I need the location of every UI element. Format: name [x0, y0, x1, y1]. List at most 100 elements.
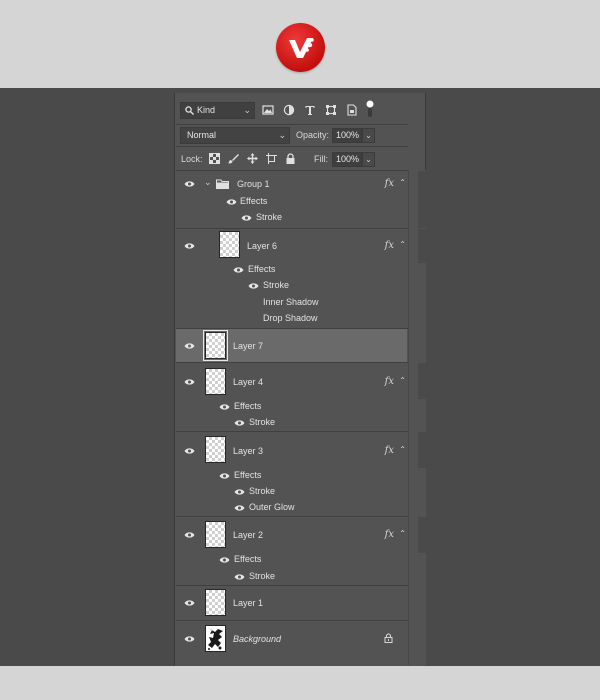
layer-thumbnail — [219, 231, 240, 258]
scroll-segment — [418, 229, 426, 263]
layer-row-layer4[interactable]: Layer 4 fx ⌃ Effects Stroke — [176, 363, 426, 431]
chevron-up-icon[interactable]: ⌃ — [399, 529, 406, 538]
visibility-eye-icon[interactable] — [241, 214, 252, 222]
layer-name[interactable]: Layer 6 — [247, 241, 277, 251]
blend-mode-label: Normal — [187, 130, 217, 140]
effects-label: Effects — [234, 554, 262, 564]
chevron-up-icon[interactable]: ⌃ — [399, 178, 406, 187]
blend-mode-select[interactable]: Normal ⌄ — [180, 127, 290, 144]
visibility-eye-icon[interactable] — [184, 531, 195, 539]
folder-icon — [216, 179, 229, 189]
chevron-up-icon[interactable]: ⌃ — [399, 445, 406, 454]
type-filter-icon[interactable] — [304, 104, 316, 116]
fx-badge[interactable]: fx — [385, 240, 394, 251]
layer-name[interactable]: Layer 7 — [233, 341, 263, 351]
visibility-eye-icon[interactable] — [226, 198, 237, 206]
shape-filter-icon[interactable] — [325, 104, 337, 116]
blend-opacity-bar: Normal ⌄ Opacity: 100% ⌄ — [176, 124, 408, 146]
effect-name: Drop Shadow — [263, 313, 318, 323]
effect-name: Inner Shadow — [263, 297, 319, 307]
lock-image-pixels-icon[interactable] — [228, 153, 239, 164]
effect-name: Stroke — [256, 212, 283, 222]
lock-label: Lock: — [181, 154, 203, 164]
lock-icon — [384, 633, 393, 643]
lock-fill-bar: Lock: Fill: 100% ⌄ — [176, 146, 408, 170]
layer-row-background[interactable]: Background — [176, 621, 408, 656]
visibility-eye-icon[interactable] — [233, 266, 244, 274]
fx-badge[interactable]: fx — [385, 445, 394, 456]
effects-label: Effects — [234, 470, 262, 480]
bottom-banner — [0, 666, 600, 700]
opacity-label: Opacity: — [296, 130, 330, 140]
effect-name: Stroke — [249, 486, 276, 496]
background-thumbnail — [205, 625, 226, 652]
visibility-eye-icon[interactable] — [184, 242, 195, 250]
effects-label: Effects — [248, 264, 276, 274]
layer-thumbnail — [205, 589, 226, 616]
visibility-eye-icon[interactable] — [234, 419, 245, 427]
opacity-input[interactable]: 100% — [332, 128, 362, 143]
layer-name[interactable]: Group 1 — [237, 179, 270, 189]
fill-input[interactable]: 100% — [332, 152, 362, 167]
layer-row-group1[interactable]: ⌄ Group 1 fx ⌃ Effects Stroke — [176, 171, 426, 228]
adjustment-filter-icon[interactable] — [283, 104, 295, 116]
chevron-up-icon[interactable]: ⌃ — [399, 376, 406, 385]
layer-name[interactable]: Layer 3 — [233, 446, 263, 456]
effect-name: Stroke — [263, 280, 290, 290]
visibility-eye-icon[interactable] — [234, 573, 245, 581]
lock-transparent-pixels-icon[interactable] — [209, 153, 220, 164]
search-icon — [185, 106, 194, 115]
filter-kind-label: Kind — [197, 105, 216, 115]
effects-label: Effects — [240, 196, 268, 206]
lock-position-icon[interactable] — [247, 153, 258, 164]
chevron-down-icon: ⌄ — [243, 105, 251, 115]
effects-label: Effects — [234, 401, 262, 411]
layer-row-layer1[interactable]: Layer 1 — [176, 586, 408, 620]
fill-dropdown-button[interactable]: ⌄ — [362, 152, 375, 167]
visibility-eye-icon[interactable] — [184, 635, 195, 643]
layer-name[interactable]: Layer 2 — [233, 530, 263, 540]
effect-name: Stroke — [249, 417, 276, 427]
lock-artboard-icon[interactable] — [266, 153, 277, 164]
visibility-eye-icon[interactable] — [184, 180, 195, 188]
effect-name: Outer Glow — [249, 502, 295, 512]
visibility-eye-icon[interactable] — [219, 472, 230, 480]
chevron-down-icon: ⌄ — [278, 130, 286, 140]
chevron-down-icon[interactable]: ⌄ — [204, 177, 212, 188]
visibility-eye-icon[interactable] — [219, 403, 230, 411]
visibility-eye-icon[interactable] — [219, 556, 230, 564]
visibility-eye-icon[interactable] — [184, 447, 195, 455]
filter-kind-select[interactable]: Kind ⌄ — [180, 102, 255, 119]
effect-name: Stroke — [249, 571, 276, 581]
chevron-up-icon[interactable]: ⌃ — [399, 240, 406, 249]
visibility-eye-icon[interactable] — [184, 342, 195, 350]
layer-thumbnail — [205, 436, 226, 463]
layer-name[interactable]: Layer 4 — [233, 377, 263, 387]
visibility-eye-icon[interactable] — [184, 599, 195, 607]
layer-row-layer2[interactable]: Layer 2 fx ⌃ Effects Stroke — [176, 517, 426, 585]
scroll-segment — [418, 432, 426, 468]
layer-row-layer6[interactable]: Layer 6 fx ⌃ Effects Stroke Inner Shadow… — [176, 229, 426, 328]
image-filter-icon[interactable] — [262, 104, 274, 116]
opacity-dropdown-button[interactable]: ⌄ — [362, 128, 375, 143]
lock-all-icon[interactable] — [285, 153, 296, 164]
fx-badge[interactable]: fx — [385, 178, 394, 189]
layer-row-layer3[interactable]: Layer 3 fx ⌃ Effects Stroke Outer Glow — [176, 432, 426, 516]
visibility-eye-icon[interactable] — [234, 504, 245, 512]
layer-name[interactable]: Layer 1 — [233, 598, 263, 608]
layer-filter-bar: Kind ⌄ — [176, 96, 408, 124]
scroll-segment — [418, 171, 426, 228]
layer-name[interactable]: Background — [233, 634, 281, 644]
filter-toggle-icon[interactable] — [366, 100, 374, 118]
visibility-eye-icon[interactable] — [234, 488, 245, 496]
layer-thumbnail — [205, 521, 226, 548]
layer-thumbnail — [205, 368, 226, 395]
smart-object-filter-icon[interactable] — [346, 104, 358, 116]
layer-row-layer7[interactable]: Layer 7 — [176, 329, 407, 362]
visibility-eye-icon[interactable] — [184, 378, 195, 386]
fx-badge[interactable]: fx — [385, 376, 394, 387]
fx-badge[interactable]: fx — [385, 529, 394, 540]
visibility-eye-icon[interactable] — [248, 282, 259, 290]
fill-label: Fill: — [314, 154, 328, 164]
scroll-segment — [418, 363, 426, 399]
